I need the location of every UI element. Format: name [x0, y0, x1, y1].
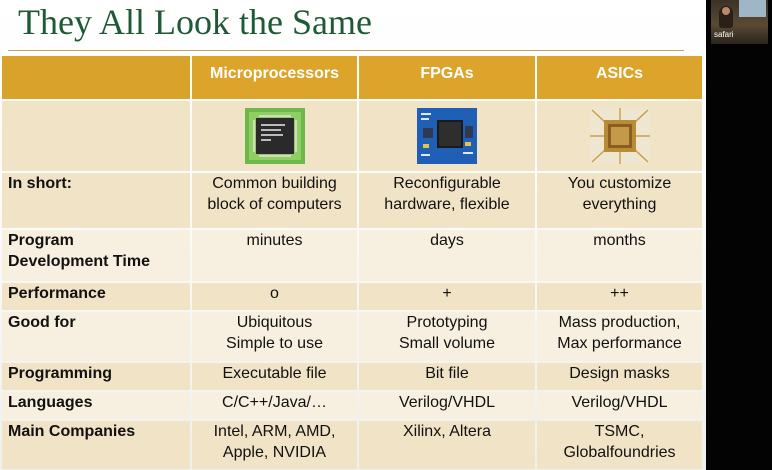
- row-label-in-short: In short:: [2, 173, 190, 228]
- row-label-performance: Performance: [2, 283, 190, 310]
- cell-performance-asics: ++: [537, 283, 702, 310]
- cell-in-short-asics: You customize everything: [537, 173, 702, 228]
- table-row: Good for Ubiquitous Simple to use Protot…: [2, 312, 702, 361]
- cell-languages-fpgas: Verilog/VHDL: [359, 392, 535, 419]
- webcam-thumbnail[interactable]: safari: [711, 0, 768, 44]
- row-label-languages: Languages: [2, 392, 190, 419]
- cell-companies-microprocessors: Intel, ARM, AMD, Apple, NVIDIA: [192, 421, 357, 469]
- cell-in-short-microprocessors: Common building block of computers: [192, 173, 357, 228]
- slide-title: They All Look the Same: [18, 2, 372, 42]
- row-label-program-development-time: Program Development Time: [2, 230, 190, 281]
- cell-programming-fpgas: Bit file: [359, 363, 535, 390]
- cell-performance-fpgas: +: [359, 283, 535, 310]
- cell-companies-asics: TSMC, Globalfoundries: [537, 421, 702, 469]
- table-row: Programming Executable file Bit file Des…: [2, 363, 702, 390]
- column-header-microprocessors: Microprocessors: [192, 56, 357, 99]
- column-header-empty: [2, 56, 190, 99]
- table-row: In short: Common building block of compu…: [2, 173, 702, 228]
- comparison-table: Microprocessors FPGAs ASICs In short: Co…: [0, 54, 704, 470]
- cell-dev-time-microprocessors: minutes: [192, 230, 357, 281]
- microprocessor-image-cell: [192, 101, 357, 171]
- cell-dev-time-fpgas: days: [359, 230, 535, 281]
- table-row: Performance o + ++: [2, 283, 702, 310]
- cell-companies-fpgas: Xilinx, Altera: [359, 421, 535, 469]
- row-label-good-for: Good for: [2, 312, 190, 361]
- image-row-label: [2, 101, 190, 171]
- cell-languages-microprocessors: C/C++/Java/…: [192, 392, 357, 419]
- row-label-programming: Programming: [2, 363, 190, 390]
- cell-performance-microprocessors: o: [192, 283, 357, 310]
- asic-die-icon: [589, 108, 650, 164]
- video-sidebar: [706, 0, 772, 470]
- column-header-asics: ASICs: [537, 56, 702, 99]
- cell-dev-time-asics: months: [537, 230, 702, 281]
- asic-image-cell: [537, 101, 702, 171]
- table-row: Program Development Time minutes days mo…: [2, 230, 702, 281]
- background-screen: [739, 0, 766, 17]
- column-header-fpgas: FPGAs: [359, 56, 535, 99]
- cell-good-for-microprocessors: Ubiquitous Simple to use: [192, 312, 357, 361]
- image-row: [2, 101, 702, 171]
- presenter-face: [722, 7, 730, 15]
- cell-programming-microprocessors: Executable file: [192, 363, 357, 390]
- slide: They All Look the Same Microprocessors F…: [0, 0, 706, 470]
- fpga-image-cell: [359, 101, 535, 171]
- table-row: Languages C/C++/Java/… Verilog/VHDL Veri…: [2, 392, 702, 419]
- cell-good-for-fpgas: Prototyping Small volume: [359, 312, 535, 361]
- table-header-row: Microprocessors FPGAs ASICs: [2, 56, 702, 99]
- cell-programming-asics: Design masks: [537, 363, 702, 390]
- fpga-board-icon: [417, 108, 477, 164]
- table-row: Main Companies Intel, ARM, AMD, Apple, N…: [2, 421, 702, 469]
- row-label-main-companies: Main Companies: [2, 421, 190, 469]
- cell-in-short-fpgas: Reconfigurable hardware, flexible: [359, 173, 535, 228]
- webcam-label: safari: [714, 30, 734, 39]
- title-divider: [8, 50, 684, 51]
- microprocessor-chip-icon: [244, 108, 305, 164]
- cell-good-for-asics: Mass production, Max performance: [537, 312, 702, 361]
- cell-languages-asics: Verilog/VHDL: [537, 392, 702, 419]
